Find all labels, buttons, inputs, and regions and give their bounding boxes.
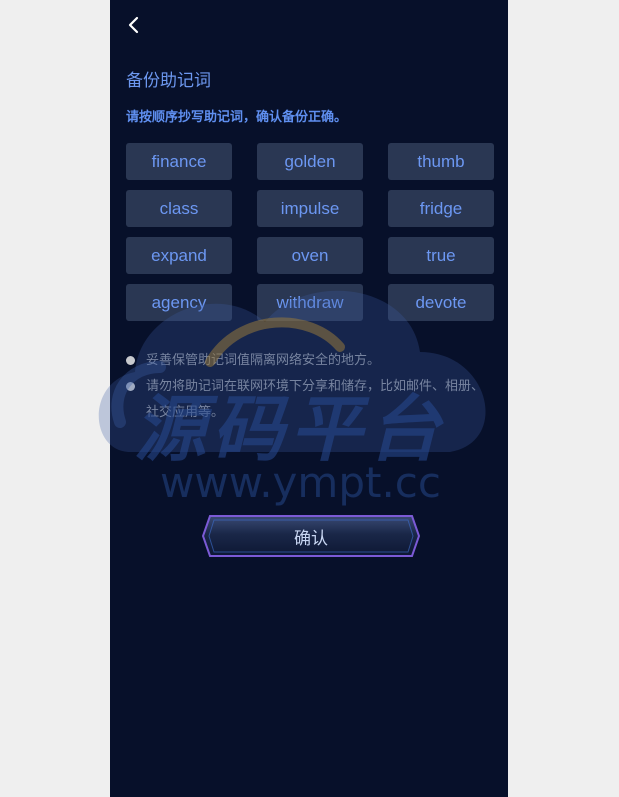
chevron-left-icon — [122, 13, 146, 37]
mnemonic-word[interactable]: devote — [388, 284, 494, 321]
mnemonic-word[interactable]: withdraw — [257, 284, 363, 321]
tip-item: 请勿将助记词在联网环境下分享和储存，比如邮件、相册、社交应用等。 — [126, 374, 486, 426]
back-button[interactable] — [122, 13, 146, 37]
mnemonic-word[interactable]: golden — [257, 143, 363, 180]
tip-text: 请勿将助记词在联网环境下分享和储存，比如邮件、相册、社交应用等。 — [146, 379, 485, 420]
mnemonic-word-grid: finance golden thumb class impulse fridg… — [126, 143, 494, 321]
tip-text: 妥善保管助记词值隔离网络安全的地方。 — [146, 353, 381, 368]
mnemonic-word[interactable]: true — [388, 237, 494, 274]
bullet-dot-icon — [126, 356, 135, 365]
confirm-button[interactable]: 确认 — [202, 515, 420, 557]
tip-item: 妥善保管助记词值隔离网络安全的地方。 — [126, 348, 486, 374]
mnemonic-word[interactable]: class — [126, 190, 232, 227]
mnemonic-word[interactable]: oven — [257, 237, 363, 274]
confirm-button-label: 确认 — [294, 528, 328, 549]
bullet-dot-icon — [126, 382, 135, 391]
mnemonic-word[interactable]: fridge — [388, 190, 494, 227]
mnemonic-word[interactable]: finance — [126, 143, 232, 180]
page-subtitle: 请按顺序抄写助记词，确认备份正确。 — [126, 110, 348, 125]
app-screen: 备份助记词 请按顺序抄写助记词，确认备份正确。 finance golden t… — [110, 0, 508, 797]
mnemonic-word[interactable]: agency — [126, 284, 232, 321]
mnemonic-word[interactable]: expand — [126, 237, 232, 274]
page-title: 备份助记词 — [126, 71, 211, 91]
mnemonic-word[interactable]: impulse — [257, 190, 363, 227]
mnemonic-word[interactable]: thumb — [388, 143, 494, 180]
backup-tips: 妥善保管助记词值隔离网络安全的地方。 请勿将助记词在联网环境下分享和储存，比如邮… — [126, 348, 486, 426]
